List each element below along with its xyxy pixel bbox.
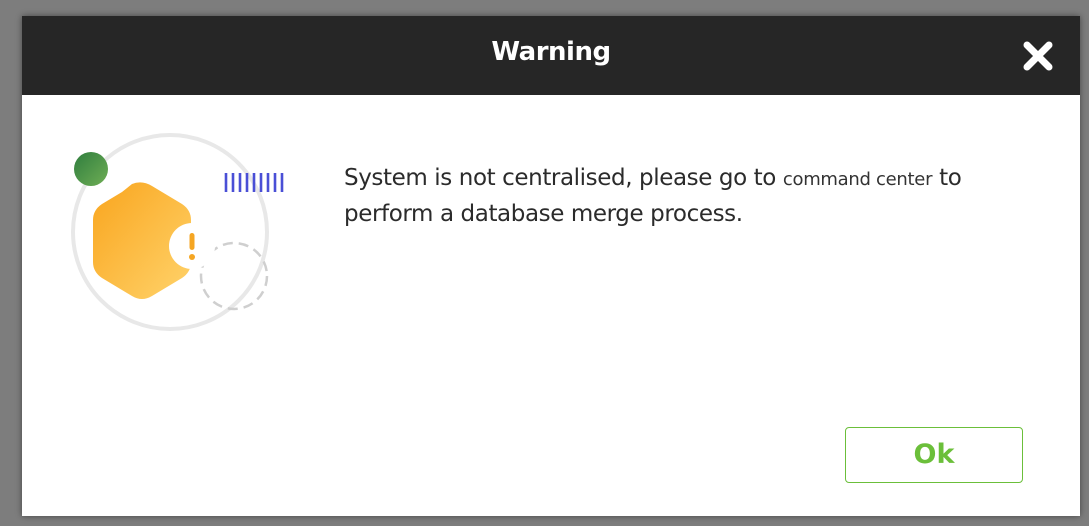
dialog-title: Warning (491, 37, 611, 67)
dialog-titlebar: Warning (22, 16, 1080, 95)
warning-dialog: Warning System is not centralised, pleas… (22, 16, 1080, 516)
stripes-decoration (224, 173, 284, 192)
warning-illustration (64, 126, 284, 336)
ok-button[interactable]: Ok (845, 427, 1023, 483)
command-center-link[interactable]: command center (783, 169, 933, 190)
close-button[interactable] (1020, 38, 1056, 74)
close-icon (1023, 41, 1053, 71)
message-text-before: System is not centralised, please go to (344, 165, 783, 191)
warning-message: System is not centralised, please go to … (344, 161, 1044, 232)
green-dot (74, 152, 108, 186)
